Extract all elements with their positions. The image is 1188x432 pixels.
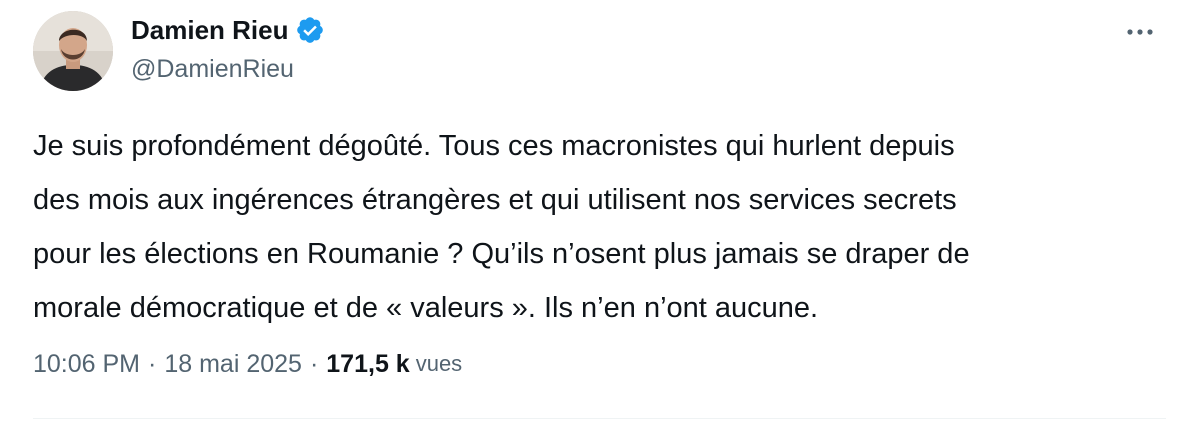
meta-separator: · <box>309 349 319 378</box>
tweet-card: Damien Rieu @DamienRieu Je suis profondé… <box>0 0 1188 432</box>
author-display-name[interactable]: Damien Rieu <box>131 12 289 48</box>
author-name-row: Damien Rieu <box>131 12 325 48</box>
divider <box>33 418 1166 419</box>
tweet-text: Je suis profondément dégoûté. Tous ces m… <box>33 130 970 324</box>
avatar[interactable] <box>33 11 113 91</box>
tweet-date[interactable]: 18 mai 2025 <box>164 350 302 379</box>
verified-badge-icon[interactable] <box>295 15 325 45</box>
avatar-image <box>33 11 113 91</box>
author-handle[interactable]: @DamienRieu <box>131 52 294 86</box>
tweet-time[interactable]: 10:06 PM <box>33 350 140 379</box>
views-count[interactable]: 171,5 k <box>326 350 409 379</box>
meta-separator: · <box>148 349 157 378</box>
views-label: vues <box>415 351 463 376</box>
more-options-icon[interactable] <box>1118 14 1162 50</box>
tweet-metadata: 10:06 PM · 18 mai 2025 · 171,5 k vues <box>33 343 462 385</box>
